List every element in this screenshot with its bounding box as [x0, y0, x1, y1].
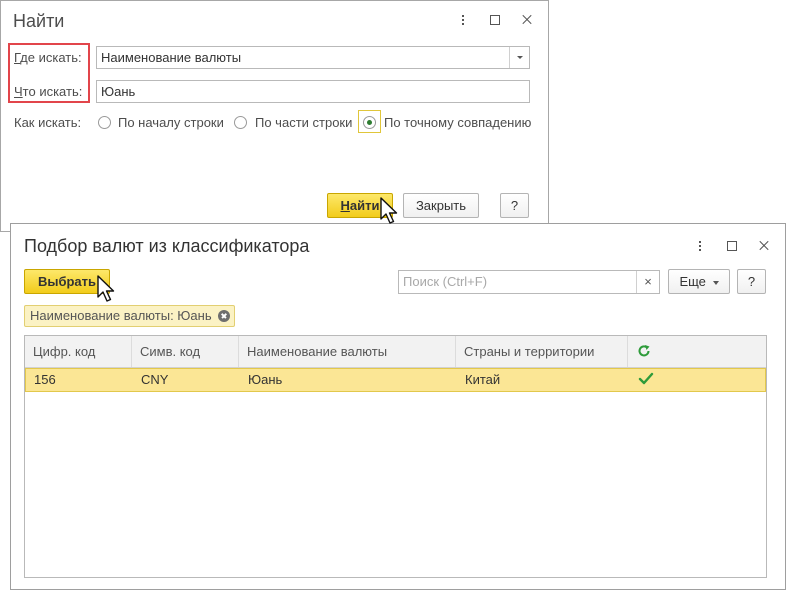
what-field[interactable]: Юань	[96, 80, 530, 103]
find-dialog-title: Найти	[13, 11, 65, 31]
cell-symbol-code: CNY	[141, 372, 169, 387]
column-symbol-code[interactable]: Симв. код	[132, 336, 239, 367]
checkmark-icon	[638, 372, 654, 385]
picker-dialog-title: Подбор валют из классификатора	[24, 236, 310, 256]
search-clear-button[interactable]: ×	[636, 271, 659, 293]
currency-picker-dialog: Подбор валют из классификатора Выбрать П…	[10, 223, 786, 590]
column-digital-code[interactable]: Цифр. код	[25, 336, 132, 367]
radio-exact-match[interactable]	[363, 116, 376, 129]
mouse-pointer-icon	[97, 275, 115, 302]
what-field-value: Юань	[101, 84, 136, 99]
more-button[interactable]: Еще	[668, 269, 730, 294]
chevron-down-icon	[712, 280, 719, 285]
where-field-value: Наименование валюты	[101, 50, 242, 65]
picker-dialog-controls	[693, 239, 771, 253]
filter-chip-label: Наименование валюты: Юань	[30, 308, 212, 323]
more-icon[interactable]	[693, 239, 707, 253]
column-countries[interactable]: Страны и территории	[456, 336, 628, 367]
maximize-icon[interactable]	[725, 239, 739, 253]
filter-chip: Наименование валюты: Юань	[24, 305, 235, 327]
search-input[interactable]: Поиск (Ctrl+F) ×	[398, 270, 660, 294]
clear-icon: ×	[644, 274, 652, 289]
cell-countries: Китай	[465, 372, 501, 387]
close-icon[interactable]	[520, 13, 534, 27]
where-field[interactable]: Наименование валюты	[96, 46, 530, 69]
close-icon[interactable]	[757, 239, 771, 253]
filter-remove-icon[interactable]	[217, 310, 230, 322]
table-header: Цифр. код Симв. код Наименование валюты …	[25, 336, 766, 368]
column-currency-name[interactable]: Наименование валюты	[239, 336, 456, 367]
refresh-icon	[638, 345, 650, 357]
radio-starts-with[interactable]	[98, 116, 111, 129]
table-row[interactable]: 156 CNY Юань Китай	[25, 368, 766, 392]
option-starts-with-label: По началу строки	[118, 115, 224, 130]
close-button[interactable]: Закрыть	[403, 193, 479, 218]
picker-help-button[interactable]: ?	[737, 269, 766, 294]
find-dialog-controls	[456, 13, 534, 27]
mouse-pointer-icon	[380, 197, 398, 224]
maximize-icon[interactable]	[488, 13, 502, 27]
cell-currency-name: Юань	[248, 372, 283, 387]
more-icon[interactable]	[456, 13, 470, 27]
what-label: Что искать:	[14, 84, 83, 99]
radio-contains[interactable]	[234, 116, 247, 129]
where-label: Где искать:	[14, 50, 82, 65]
dropdown-arrow-icon[interactable]	[509, 47, 529, 68]
search-placeholder: Поиск (Ctrl+F)	[403, 274, 488, 289]
how-label: Как искать:	[14, 115, 82, 130]
option-exact-label: По точному совпадению	[384, 115, 532, 130]
currency-table: Цифр. код Симв. код Наименование валюты …	[24, 335, 767, 578]
column-refresh[interactable]	[628, 336, 766, 367]
help-button[interactable]: ?	[500, 193, 529, 218]
find-dialog: Найти Где искать: Наименование валюты Чт…	[0, 0, 549, 232]
option-contains-label: По части строки	[255, 115, 353, 130]
cell-digital-code: 156	[34, 372, 56, 387]
